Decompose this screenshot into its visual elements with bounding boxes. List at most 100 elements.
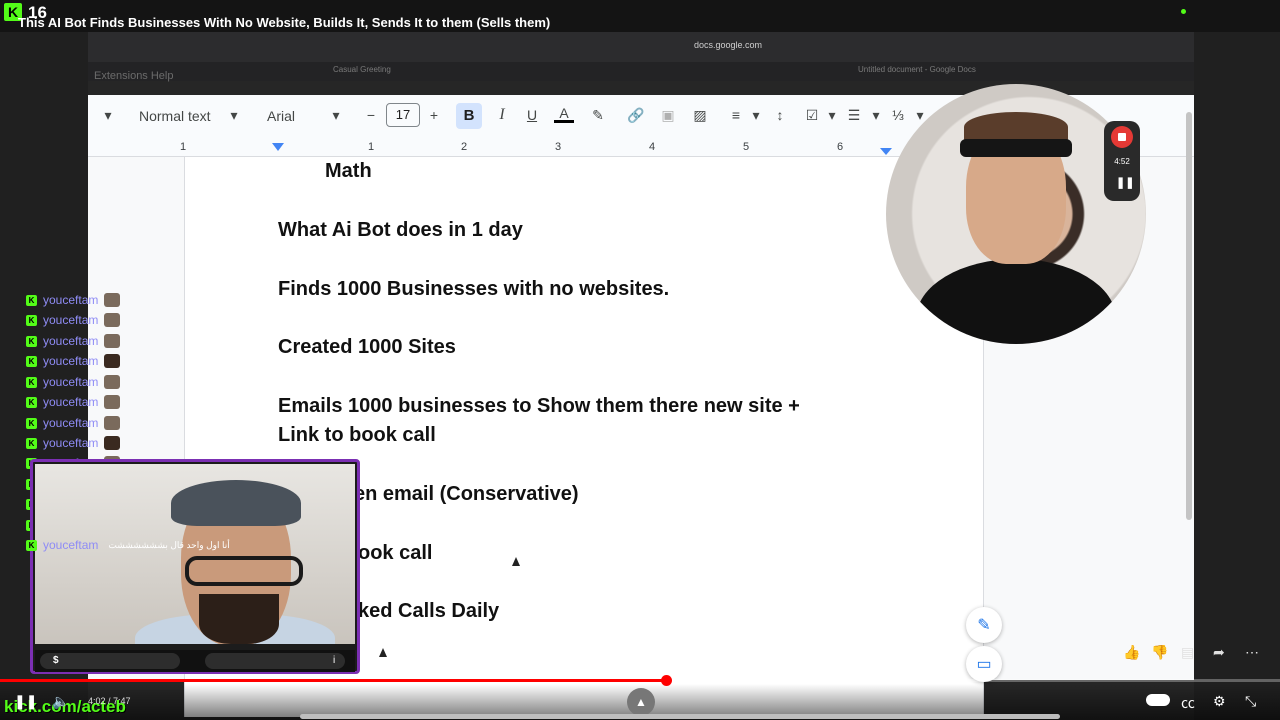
italic-button[interactable]: I [492,105,512,125]
mouse-cursor-icon [379,648,387,657]
docs-menu-fragment[interactable]: Extensions Help [94,70,174,82]
paragraph-style-dropdown[interactable]: Normal text [139,108,211,124]
doc-line[interactable]: ked Calls Daily [358,600,499,623]
bold-button[interactable]: B [456,103,482,129]
chat-message: Kyouceftam [26,415,121,431]
font-size-input[interactable]: 17 [386,103,420,127]
autoplay-toggle[interactable] [1146,694,1170,706]
mouse-cursor-icon [512,557,520,566]
streamer-beard [199,594,279,644]
donation-bar [40,653,180,669]
doc-line[interactable]: Link to book call [278,424,436,447]
ruler-number: 1 [180,141,187,153]
chat-username[interactable]: youceftam [43,354,98,368]
scroll-up-icon[interactable]: ▲ [627,688,655,716]
font-dropdown[interactable]: Arial [267,108,295,124]
chat-username[interactable]: youceftam [43,334,98,348]
chevron-down-icon[interactable]: ▾ [98,105,118,125]
emote-icon [104,416,121,430]
emote-icon [104,354,121,368]
vertical-scrollbar[interactable] [1186,112,1192,520]
add-comment-icon[interactable]: ▣ [658,105,678,125]
left-indent-marker[interactable] [272,143,284,151]
kick-badge-icon: K [26,355,37,367]
align-icon[interactable]: ≡ [726,105,746,125]
doc-line[interactable]: en email (Conservative) [354,483,579,506]
captions-icon[interactable]: ㏄ [1181,693,1195,713]
chat-username[interactable]: youceftam [43,293,98,307]
edit-pencil-icon[interactable]: ✎ [966,607,1002,643]
chat-username[interactable]: youceftam [43,538,98,552]
browser-tab[interactable]: Untitled document - Google Docs [858,65,976,79]
chat-message: Kyouceftam [26,435,121,451]
chevron-down-icon[interactable]: ▾ [866,105,886,125]
dislike-icon[interactable]: 👎 [1151,644,1168,664]
chevron-down-icon[interactable]: ▾ [822,105,842,125]
link-icon[interactable]: 🔗 [626,105,646,125]
doc-line[interactable]: Finds 1000 Businesses with no websites. [278,278,669,301]
chat-message: Kyouceftam [26,353,121,369]
bulleted-list-icon[interactable]: ☰ [844,105,864,125]
recording-timer: 4:52 [1114,157,1130,166]
kick-badge-icon: K [26,437,37,449]
mute-icon[interactable]: 🔈 [52,693,69,710]
kick-badge-icon: K [26,376,37,388]
browser-tab[interactable]: Casual Greeting [333,65,391,79]
video-title: This AI Bot Finds Businesses With No Web… [18,15,551,30]
more-icon[interactable]: ⋯ [1245,644,1259,664]
share-icon[interactable]: ➦ [1213,644,1225,664]
stream-title-bar: K 16 This AI Bot Finds Businesses With N… [0,0,1280,32]
underline-button[interactable]: U [522,105,542,125]
chat-username[interactable]: youceftam [43,375,98,389]
emote-icon [104,334,121,348]
emote-icon [104,375,121,389]
chevron-down-icon[interactable]: ▾ [224,105,244,125]
stop-recording-button[interactable] [1111,126,1133,148]
chevron-down-icon[interactable]: ▾ [326,105,346,125]
browser-toolbar: docs.google.com [88,32,1194,62]
line-spacing-icon[interactable]: ↕ [770,105,790,125]
kick-badge-icon: K [26,314,37,326]
chat-message: Kyouceftam [26,292,121,308]
horizontal-scrollbar[interactable] [300,714,1060,719]
doc-line[interactable]: Created 1000 Sites [278,336,456,359]
settings-icon[interactable]: ⚙ [1213,693,1226,710]
live-indicator [1181,9,1186,14]
increase-font-size-icon[interactable]: + [424,105,444,125]
chat-username[interactable]: youceftam [43,416,98,430]
ruler-number: 6 [837,141,844,153]
numbered-list-icon[interactable]: ⅓ [888,105,908,125]
right-indent-marker[interactable] [880,148,892,155]
chat-message: Kyouceftam [26,312,121,328]
doc-heading[interactable]: Math [325,160,372,183]
doc-line[interactable]: What Ai Bot does in 1 day [278,219,523,242]
fullscreen-exit-icon[interactable]: ⤡ [1245,693,1256,710]
checklist-icon[interactable]: ☑ [802,105,822,125]
kick-badge-icon: K [26,335,37,347]
image-icon[interactable]: ▨ [690,105,710,125]
chat-message: Kyouceftam [26,374,121,390]
doc-line[interactable]: Emails 1000 businesses to Show them ther… [278,395,800,418]
chat-username[interactable]: youceftam [43,313,98,327]
pause-recording-icon[interactable]: ❚❚ [1116,176,1134,189]
chat-username[interactable]: youceftam [43,436,98,450]
play-pause-icon[interactable]: ❚❚ [14,693,37,710]
doc-line[interactable]: ook call [358,542,432,565]
ruler-number: 2 [461,141,468,153]
streamer-cap [171,480,301,526]
chevron-down-icon[interactable]: ▾ [746,105,766,125]
comment-icon[interactable]: ▤ [1181,644,1194,664]
url-bar[interactable]: docs.google.com [648,40,808,50]
text-color-button[interactable]: A [554,105,574,123]
info-label: i [333,655,336,666]
emote-icon [104,313,121,327]
like-icon[interactable]: 👍 [1123,644,1140,664]
progress-scrubber[interactable] [660,675,672,686]
ruler-number: 5 [743,141,750,153]
chat-username[interactable]: youceftam [43,395,98,409]
highlight-icon[interactable]: ✎ [588,105,608,125]
screen: docs.google.com Casual Greeting Untitled… [0,0,1280,720]
kick-badge-icon: K [26,294,37,306]
decrease-font-size-icon[interactable]: − [361,105,381,125]
suggest-edit-icon[interactable]: ▭ [966,646,1002,682]
